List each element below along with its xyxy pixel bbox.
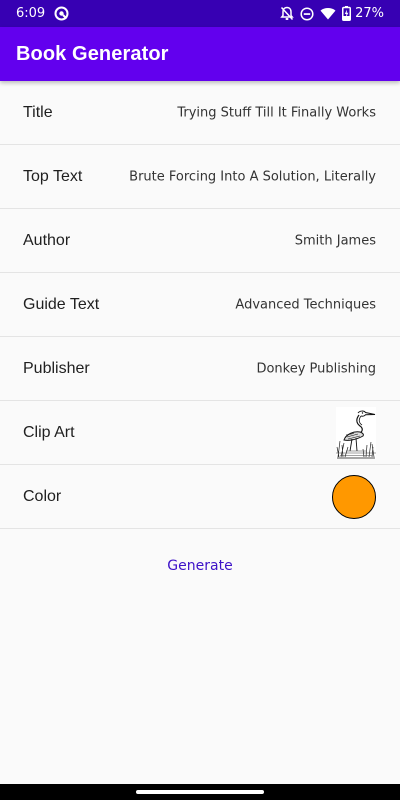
title-label: Title	[23, 103, 53, 121]
author-value: Smith James	[294, 233, 376, 248]
status-bar: 6:09 27%	[0, 0, 400, 27]
title-row[interactable]: Title Trying Stuff Till It Finally Works	[0, 81, 400, 145]
gesture-handle[interactable]	[136, 790, 264, 794]
author-label: Author	[23, 231, 71, 249]
navigation-bar	[0, 784, 400, 800]
wifi-icon	[320, 7, 336, 20]
guide-text-row[interactable]: Guide Text Advanced Techniques	[0, 273, 400, 337]
top-text-value: Brute Forcing Into A Solution, Literally	[129, 169, 376, 184]
clip-art-row[interactable]: Clip Art	[0, 401, 400, 465]
app-bar: Book Generator	[0, 27, 400, 81]
top-text-row[interactable]: Top Text Brute Forcing Into A Solution, …	[0, 145, 400, 209]
guide-text-value: Advanced Techniques	[235, 297, 376, 312]
author-row[interactable]: Author Smith James	[0, 209, 400, 273]
guide-text-label: Guide Text	[23, 295, 100, 313]
clip-art-label: Clip Art	[23, 423, 75, 441]
top-text-label: Top Text	[23, 167, 83, 185]
app-title: Book Generator	[16, 43, 169, 65]
battery-percent: 27%	[355, 6, 384, 21]
publisher-label: Publisher	[23, 359, 90, 377]
color-swatch[interactable]	[332, 474, 376, 519]
color-label: Color	[23, 487, 62, 505]
do-not-disturb-icon	[300, 6, 314, 21]
book-generator-screen: 6:09 27% Book Generator Title Trying Stu…	[0, 0, 400, 800]
notifications-off-icon	[280, 6, 294, 21]
publisher-value: Donkey Publishing	[256, 361, 376, 376]
publisher-row[interactable]: Publisher Donkey Publishing	[0, 337, 400, 401]
title-value: Trying Stuff Till It Finally Works	[177, 105, 376, 120]
generate-button[interactable]: Generate	[150, 548, 250, 584]
status-time: 6:09	[16, 6, 46, 21]
vpn-key-icon	[54, 6, 69, 21]
status-right-icons: 27%	[280, 5, 384, 22]
battery-charging-icon	[342, 6, 352, 21]
color-row[interactable]: Color	[0, 465, 400, 529]
heron-sketch-image[interactable]	[336, 407, 376, 459]
settings-list: Title Trying Stuff Till It Finally Works…	[0, 81, 400, 529]
